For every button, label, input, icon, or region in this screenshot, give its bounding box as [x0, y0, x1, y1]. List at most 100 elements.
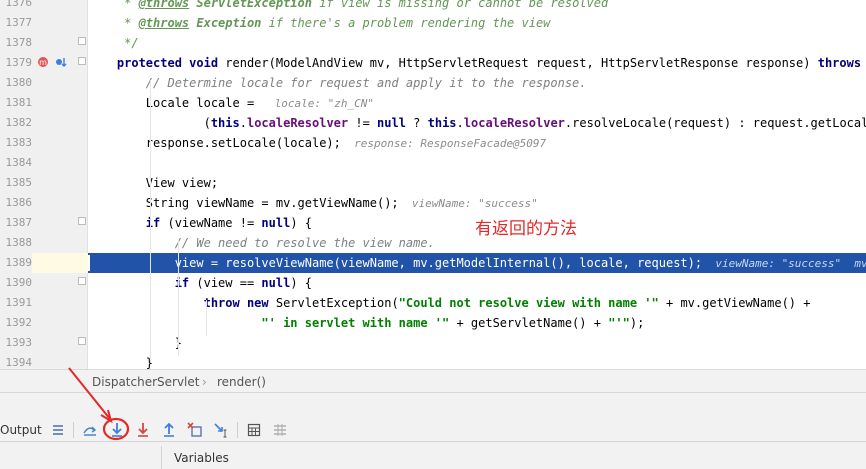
- fold-marker[interactable]: [78, 37, 86, 45]
- code-text: view = resolveViewName(viewName, mv.getM…: [88, 253, 866, 273]
- code-token: + mv.getViewName() +: [658, 296, 811, 310]
- breakpoint-method-icon[interactable]: m: [36, 55, 50, 69]
- code-line[interactable]: 1378 */: [0, 33, 866, 53]
- toolbar-separator: [73, 422, 74, 438]
- code-line[interactable]: 1379 protected void render(ModelAndView …: [0, 53, 866, 73]
- code-token: @throws: [138, 0, 190, 10]
- code-token: "Could not resolve view with name '": [398, 296, 659, 310]
- code-text: */: [88, 33, 138, 53]
- code-token: null: [377, 116, 406, 130]
- code-token: Exception: [189, 16, 262, 30]
- line-number: 1382: [5, 116, 33, 129]
- line-number: 1390: [5, 276, 33, 289]
- code-token: this: [210, 116, 240, 130]
- code-line[interactable]: 1380 // Determine locale for request and…: [0, 73, 866, 93]
- code-text: View view;: [88, 173, 218, 193]
- code-line[interactable]: 1393 }: [0, 333, 866, 353]
- code-token: (viewName !=: [160, 216, 262, 230]
- code-line[interactable]: 1390 if (view == null) {: [0, 273, 866, 293]
- code-line[interactable]: 1382 (this.localeResolver != null ? this…: [0, 113, 866, 133]
- code-token: ) {: [290, 276, 312, 290]
- code-token: ServletException: [189, 0, 312, 10]
- step-out-icon[interactable]: [158, 419, 180, 441]
- line-number: 1388: [5, 236, 33, 249]
- force-step-into-icon[interactable]: [132, 419, 154, 441]
- output-tab[interactable]: Output: [0, 423, 42, 437]
- code-text: throw new ServletException("Could not re…: [88, 293, 811, 313]
- line-number: 1381: [5, 96, 33, 109]
- fold-marker[interactable]: [78, 337, 86, 345]
- code-line[interactable]: 1386 String viewName = mv.getViewName();…: [0, 193, 866, 213]
- code-token: view = resolveViewName(viewName, mv.getM…: [88, 256, 703, 270]
- fold-marker[interactable]: [78, 217, 86, 225]
- code-token: if: [174, 276, 190, 290]
- line-number: 1393: [5, 336, 33, 349]
- indent-guide: [206, 300, 207, 336]
- fold-marker[interactable]: [78, 57, 86, 65]
- step-into-icon[interactable]: [106, 419, 128, 441]
- line-number: 1383: [5, 136, 33, 149]
- breadcrumb-item-class[interactable]: DispatcherServlet: [92, 374, 199, 390]
- code-token: if view is missing or cannot be resolved: [311, 0, 609, 10]
- code-token: ) {: [290, 216, 312, 230]
- line-number: 1377: [5, 16, 33, 29]
- evaluate-expression-icon[interactable]: [243, 419, 265, 441]
- code-text: response.setLocale(locale); response: Re…: [88, 133, 546, 153]
- breadcrumb-item-method[interactable]: render(): [217, 374, 266, 390]
- code-token: if there's a problem rendering the view: [261, 16, 551, 30]
- line-number: 1387: [5, 216, 33, 229]
- line-number: 1394: [5, 356, 33, 369]
- code-line[interactable]: 1388 // We need to resolve the view name…: [0, 233, 866, 253]
- inline-debug-value: viewName: "success": [398, 197, 538, 210]
- indent-guide: [150, 80, 151, 362]
- code-token: );: [629, 316, 645, 330]
- code-line[interactable]: 1387 if (viewName != null) {: [0, 213, 866, 233]
- line-number: 1384: [5, 156, 33, 169]
- fold-marker[interactable]: [78, 277, 86, 285]
- show-execution-point-icon[interactable]: [79, 419, 101, 441]
- debug-panel: Output Variables: [0, 393, 866, 469]
- line-number: 1391: [5, 296, 33, 309]
- current-execution-line[interactable]: 1389 view = resolveViewName(viewName, mv…: [0, 253, 866, 273]
- code-line[interactable]: 1383 response.setLocale(locale); respons…: [0, 133, 866, 153]
- code-line[interactable]: 1385 View view;: [0, 173, 866, 193]
- code-token: localeResolver: [246, 116, 349, 130]
- code-token: protected void: [116, 56, 219, 70]
- code-token: Locale locale =: [88, 96, 262, 110]
- code-token: View view;: [88, 176, 219, 190]
- code-line[interactable]: 1392 "' in servlet with name '" + getSer…: [0, 313, 866, 333]
- code-line[interactable]: 1394 }: [0, 353, 866, 369]
- breadcrumb: DispatcherServlet › render(): [0, 369, 866, 393]
- code-token: throw new: [203, 296, 269, 310]
- line-number: 1376: [5, 0, 33, 9]
- code-token: if: [145, 216, 161, 230]
- code-token: + getServletName() +: [449, 316, 609, 330]
- code-token: // Determine locale for request and appl…: [88, 76, 587, 90]
- code-text: * @throws Exception if there's a problem…: [88, 13, 550, 33]
- annotation-label: 有返回的方法: [475, 219, 577, 239]
- code-editor[interactable]: 1376 * @throws ServletException if view …: [0, 0, 866, 369]
- console-menu-icon[interactable]: [47, 419, 69, 441]
- code-line[interactable]: 1377 * @throws Exception if there's a pr…: [0, 13, 866, 33]
- line-number: 1389: [0, 253, 32, 273]
- code-text: String viewName = mv.getViewName(); view…: [88, 193, 538, 213]
- code-line[interactable]: 1381 Locale locale = locale: "zh_CN": [0, 93, 866, 113]
- inline-debug-value: locale: "zh_CN": [261, 97, 374, 110]
- code-text: }: [88, 333, 182, 353]
- overriding-method-icon[interactable]: [54, 55, 68, 69]
- run-to-cursor-icon[interactable]: [210, 419, 232, 441]
- code-token: @throws: [138, 16, 190, 30]
- code-text: }: [88, 353, 153, 369]
- code-token: null: [261, 216, 291, 230]
- code-text: (this.localeResolver != null ? this.loca…: [88, 113, 866, 133]
- code-text: // We need to resolve the view name.: [88, 233, 435, 253]
- code-line[interactable]: 1384: [0, 153, 866, 173]
- toolbar-separator: [237, 422, 238, 438]
- trace-settings-icon[interactable]: [269, 419, 291, 441]
- code-line[interactable]: 1391 throw new ServletException("Could n…: [0, 293, 866, 313]
- drop-frame-icon[interactable]: [184, 419, 206, 441]
- code-line[interactable]: 1376 * @throws ServletException if view …: [0, 0, 866, 13]
- inline-debug-value: response: ResponseFacade@5097: [340, 137, 547, 150]
